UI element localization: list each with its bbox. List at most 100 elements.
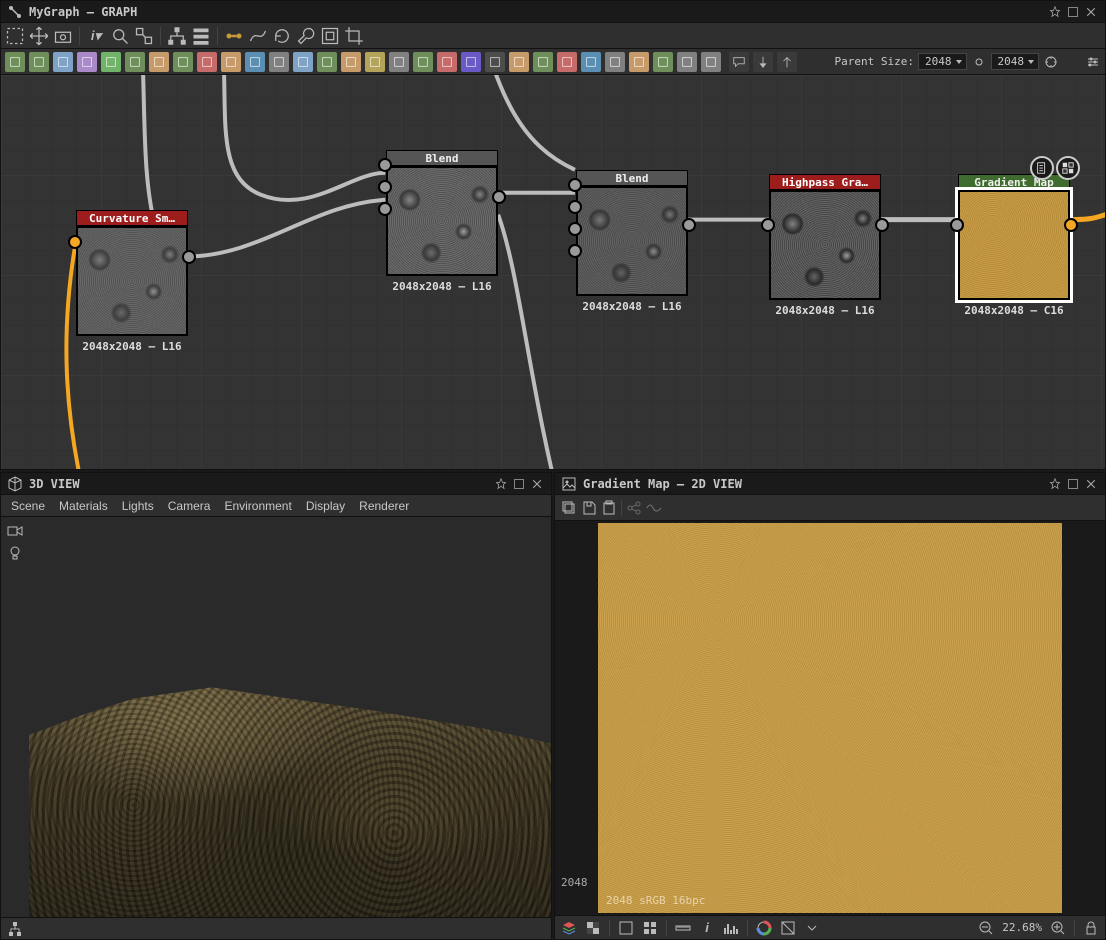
node-badge-output-icon[interactable] bbox=[1056, 156, 1080, 180]
menu-renderer[interactable]: Renderer bbox=[359, 499, 409, 513]
ruler-icon[interactable] bbox=[675, 920, 691, 936]
node-blend-1[interactable]: Blend 2048x2048 – L16 bbox=[386, 150, 498, 293]
atomic-node-24[interactable] bbox=[581, 52, 601, 72]
wave-icon[interactable] bbox=[646, 500, 662, 516]
pin-node-icon[interactable] bbox=[753, 52, 773, 72]
maximize-icon[interactable] bbox=[511, 476, 527, 492]
lock-icon[interactable] bbox=[1083, 920, 1099, 936]
menu-lights[interactable]: Lights bbox=[122, 499, 154, 513]
node-highpass-grayscale[interactable]: Highpass Gra… 2048x2048 – L16 bbox=[769, 174, 881, 317]
atomic-node-6[interactable] bbox=[149, 52, 169, 72]
node-input-port[interactable] bbox=[378, 180, 392, 194]
node-input-port[interactable] bbox=[568, 178, 582, 192]
pin-icon[interactable] bbox=[493, 476, 509, 492]
node-output-port[interactable] bbox=[682, 218, 696, 232]
node-input-port[interactable] bbox=[761, 218, 775, 232]
atomic-node-21[interactable] bbox=[509, 52, 529, 72]
node-input-port[interactable] bbox=[950, 218, 964, 232]
atomic-node-17[interactable] bbox=[413, 52, 433, 72]
node-blend-2[interactable]: Blend 2048x2048 – L16 bbox=[576, 170, 688, 313]
atomic-node-25[interactable] bbox=[605, 52, 625, 72]
color-wheel-icon[interactable] bbox=[756, 920, 772, 936]
node-gradient-map[interactable]: Gradient Map 2048x2048 – C16 bbox=[958, 174, 1070, 317]
atomic-node-29[interactable] bbox=[701, 52, 721, 72]
menu-camera[interactable]: Camera bbox=[168, 499, 211, 513]
atomic-node-16[interactable] bbox=[389, 52, 409, 72]
up-arrow-icon[interactable] bbox=[777, 52, 797, 72]
atomic-node-23[interactable] bbox=[557, 52, 577, 72]
menu-materials[interactable]: Materials bbox=[59, 499, 108, 513]
menu-display[interactable]: Display bbox=[306, 499, 345, 513]
chevron-down-icon[interactable] bbox=[804, 920, 820, 936]
atomic-node-22[interactable] bbox=[533, 52, 553, 72]
atomic-node-13[interactable] bbox=[317, 52, 337, 72]
share-icon[interactable] bbox=[626, 500, 642, 516]
maximize-icon[interactable] bbox=[1065, 4, 1081, 20]
tool-frame-icon[interactable] bbox=[320, 26, 340, 46]
node-input-port[interactable] bbox=[378, 158, 392, 172]
atomic-node-12[interactable] bbox=[293, 52, 313, 72]
checker-icon[interactable] bbox=[585, 920, 601, 936]
tool-camera-icon[interactable] bbox=[53, 26, 73, 46]
atomic-node-5[interactable] bbox=[125, 52, 145, 72]
node-input-port[interactable] bbox=[568, 244, 582, 258]
single-view-icon[interactable] bbox=[618, 920, 634, 936]
node-output-port[interactable] bbox=[1064, 218, 1078, 232]
close-icon[interactable] bbox=[1083, 476, 1099, 492]
atomic-node-28[interactable] bbox=[677, 52, 697, 72]
tool-wrench-icon[interactable] bbox=[296, 26, 316, 46]
layers-icon[interactable] bbox=[561, 920, 577, 936]
node-input-port[interactable] bbox=[568, 222, 582, 236]
node-output-port[interactable] bbox=[875, 218, 889, 232]
tool-hierarchy-icon[interactable] bbox=[167, 26, 187, 46]
atomic-node-18[interactable] bbox=[437, 52, 457, 72]
light-bulb-icon[interactable] bbox=[7, 545, 23, 561]
filter-icon[interactable] bbox=[780, 920, 796, 936]
atomic-node-20[interactable] bbox=[485, 52, 505, 72]
comment-icon[interactable] bbox=[729, 52, 749, 72]
tool-stack-icon[interactable] bbox=[191, 26, 211, 46]
pin-icon[interactable] bbox=[1047, 476, 1063, 492]
view3d-viewport[interactable] bbox=[29, 517, 551, 917]
info-icon[interactable]: i bbox=[699, 920, 715, 936]
node-curvature-smooth[interactable]: Curvature Sm… 2048x2048 – L16 bbox=[76, 210, 188, 353]
atomic-node-27[interactable] bbox=[653, 52, 673, 72]
view2d-viewport[interactable]: 2048 sRGB 16bpc 2048 bbox=[555, 521, 1105, 915]
histogram-icon[interactable] bbox=[723, 920, 739, 936]
graph-canvas[interactable]: Curvature Sm… 2048x2048 – L16 Blend 2048… bbox=[1, 75, 1105, 469]
zoom-in-icon[interactable] bbox=[1050, 920, 1066, 936]
reset-size-icon[interactable] bbox=[1043, 54, 1059, 70]
hierarchy-icon[interactable] bbox=[7, 921, 23, 937]
menu-scene[interactable]: Scene bbox=[11, 499, 45, 513]
atomic-node-10[interactable] bbox=[245, 52, 265, 72]
zoom-out-icon[interactable] bbox=[978, 920, 994, 936]
link-lock-icon[interactable] bbox=[971, 54, 987, 70]
node-input-port[interactable] bbox=[378, 202, 392, 216]
atomic-node-26[interactable] bbox=[629, 52, 649, 72]
node-output-port[interactable] bbox=[182, 250, 196, 264]
tool-crop-icon[interactable] bbox=[344, 26, 364, 46]
tool-link-icon[interactable] bbox=[224, 26, 244, 46]
atomic-node-0[interactable] bbox=[5, 52, 25, 72]
tool-curve-icon[interactable] bbox=[248, 26, 268, 46]
grid-view-icon[interactable] bbox=[642, 920, 658, 936]
paste-icon[interactable] bbox=[601, 500, 617, 516]
atomic-node-1[interactable] bbox=[29, 52, 49, 72]
tool-refresh-icon[interactable] bbox=[272, 26, 292, 46]
tool-zoom-icon[interactable] bbox=[110, 26, 130, 46]
node-output-port[interactable] bbox=[492, 190, 506, 204]
node-input-port[interactable] bbox=[568, 200, 582, 214]
atomic-node-3[interactable] bbox=[77, 52, 97, 72]
node-input-port[interactable] bbox=[68, 235, 82, 249]
atomic-node-4[interactable] bbox=[101, 52, 121, 72]
close-icon[interactable] bbox=[529, 476, 545, 492]
tool-info-icon[interactable]: i▾ bbox=[86, 26, 106, 46]
node-badge-doc-icon[interactable] bbox=[1030, 156, 1054, 180]
settings-icon[interactable] bbox=[1085, 54, 1101, 70]
close-icon[interactable] bbox=[1083, 4, 1099, 20]
tool-selection-icon[interactable] bbox=[5, 26, 25, 46]
atomic-node-9[interactable] bbox=[221, 52, 241, 72]
maximize-icon[interactable] bbox=[1065, 476, 1081, 492]
atomic-node-11[interactable] bbox=[269, 52, 289, 72]
copy-icon[interactable] bbox=[561, 500, 577, 516]
